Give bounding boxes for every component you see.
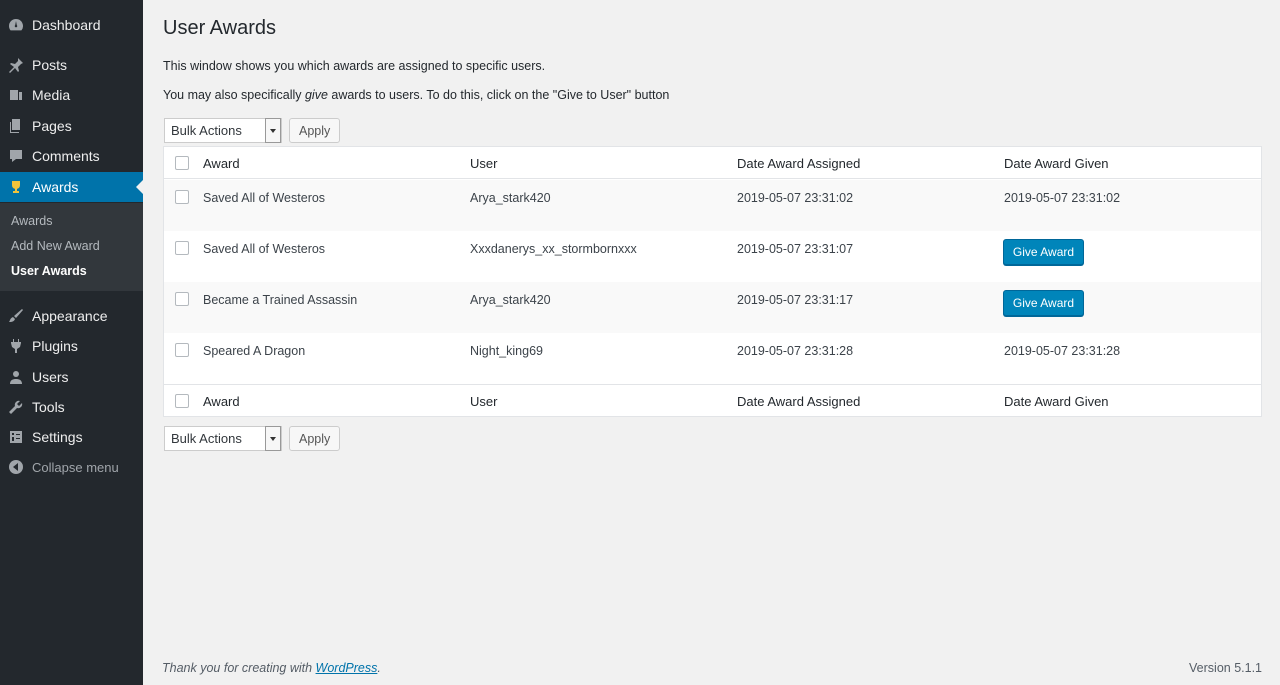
menu-label: Plugins	[32, 338, 78, 354]
current-indicator	[136, 180, 143, 194]
table-footer: Award User Date Award Assigned Date Awar…	[164, 384, 1261, 416]
give-award-button[interactable]: Give Award	[1003, 290, 1084, 316]
trophy-icon	[8, 179, 24, 195]
row-checkbox[interactable]	[175, 292, 189, 306]
page-description: This window shows you which awards are a…	[163, 59, 546, 73]
collapse-icon	[8, 459, 24, 475]
bulk-actions-bottom: Bulk Actions Apply	[164, 426, 341, 451]
menu-item-users[interactable]: Users	[0, 362, 143, 392]
submenu-item-user-awards[interactable]: User Awards	[11, 264, 87, 278]
column-header-user[interactable]: User	[470, 156, 497, 171]
menu-item-awards[interactable]: Awards	[0, 172, 143, 202]
paintbrush-icon	[8, 308, 24, 324]
submenu-item-awards[interactable]: Awards	[11, 214, 52, 228]
column-footer-date-given[interactable]: Date Award Given	[1004, 394, 1109, 409]
user-awards-table: Award User Date Award Assigned Date Awar…	[163, 146, 1262, 417]
awards-submenu: Awards Add New Award User Awards	[0, 203, 143, 291]
bulk-actions-top: Bulk Actions Apply	[164, 118, 341, 143]
menu-label: Dashboard	[32, 17, 101, 33]
settings-icon	[8, 429, 24, 445]
page-instructions: You may also specifically give awards to…	[163, 88, 670, 102]
table-row: Saved All of Westeros Xxxdanerys_xx_stor…	[164, 231, 1261, 282]
page-title: User Awards	[163, 17, 277, 39]
menu-item-media[interactable]: Media	[0, 80, 143, 110]
row-checkbox[interactable]	[175, 241, 189, 255]
collapse-label: Collapse menu	[32, 459, 119, 475]
collapse-menu-button[interactable]: Collapse menu	[0, 452, 143, 482]
menu-item-posts[interactable]: Posts	[0, 50, 143, 80]
table-header: Award User Date Award Assigned Date Awar…	[164, 147, 1261, 179]
menu-item-appearance[interactable]: Appearance	[0, 301, 143, 331]
row-checkbox[interactable]	[175, 343, 189, 357]
user-name: Arya_stark420	[470, 191, 551, 205]
column-header-date-assigned[interactable]: Date Award Assigned	[737, 156, 860, 171]
menu-item-settings[interactable]: Settings	[0, 422, 143, 452]
column-header-date-given[interactable]: Date Award Given	[1004, 156, 1109, 171]
date-assigned: 2019-05-07 23:31:07	[737, 242, 854, 256]
date-assigned: 2019-05-07 23:31:02	[737, 191, 854, 205]
menu-label: Tools	[32, 399, 65, 415]
bulk-actions-select[interactable]: Bulk Actions	[164, 118, 282, 143]
dashboard-icon	[8, 17, 24, 33]
menu-item-tools[interactable]: Tools	[0, 392, 143, 422]
menu-label: Media	[32, 87, 71, 103]
date-given: 2019-05-07 23:31:02	[1004, 191, 1121, 205]
date-assigned: 2019-05-07 23:31:17	[737, 293, 854, 307]
award-name: Saved All of Westeros	[203, 242, 326, 256]
select-all-checkbox[interactable]	[175, 156, 189, 170]
media-icon	[8, 87, 24, 103]
menu-label: Settings	[32, 429, 83, 445]
award-name: Saved All of Westeros	[203, 191, 326, 205]
give-award-button[interactable]: Give Award	[1003, 239, 1084, 265]
plug-icon	[8, 338, 24, 354]
menu-label: Users	[32, 369, 69, 385]
date-assigned: 2019-05-07 23:31:28	[737, 344, 854, 358]
column-footer-date-assigned[interactable]: Date Award Assigned	[737, 394, 860, 409]
chevron-down-icon	[265, 426, 281, 451]
menu-item-pages[interactable]: Pages	[0, 111, 143, 141]
pin-icon	[8, 57, 24, 73]
footer-thanks: Thank you for creating with WordPress.	[162, 661, 381, 675]
user-icon	[8, 369, 24, 385]
pages-icon	[8, 118, 24, 134]
apply-button-bottom[interactable]: Apply	[289, 426, 341, 451]
user-name: Night_king69	[470, 344, 543, 358]
user-name: Xxxdanerys_xx_stormbornxxx	[470, 242, 637, 256]
menu-item-dashboard[interactable]: Dashboard	[0, 10, 143, 40]
wordpress-link[interactable]: WordPress	[316, 661, 378, 675]
bulk-actions-select-bottom[interactable]: Bulk Actions	[164, 426, 282, 451]
menu-label: Appearance	[32, 308, 108, 324]
column-header-award[interactable]: Award	[203, 156, 240, 171]
table-row: Speared A Dragon Night_king69 2019-05-07…	[164, 333, 1261, 384]
footer-version: Version 5.1.1	[1189, 661, 1262, 675]
award-name: Speared A Dragon	[203, 344, 306, 358]
chevron-down-icon	[265, 118, 281, 143]
table-row: Saved All of Westeros Arya_stark420 2019…	[164, 180, 1261, 231]
menu-label: Pages	[32, 118, 72, 134]
select-all-checkbox-footer[interactable]	[175, 394, 189, 408]
submenu-item-add-new-award[interactable]: Add New Award	[11, 239, 100, 253]
row-checkbox[interactable]	[175, 190, 189, 204]
column-footer-user[interactable]: User	[470, 394, 497, 409]
apply-button[interactable]: Apply	[289, 118, 341, 143]
menu-label: Awards	[32, 179, 79, 195]
wrench-icon	[8, 399, 24, 415]
menu-item-plugins[interactable]: Plugins	[0, 331, 143, 361]
table-row: Became a Trained Assassin Arya_stark420 …	[164, 282, 1261, 333]
emphasis-give: give	[304, 88, 328, 102]
admin-sidebar: Dashboard Posts Media Pages Comments Awa…	[0, 0, 143, 685]
menu-item-comments[interactable]: Comments	[0, 141, 143, 171]
menu-label: Posts	[32, 57, 68, 73]
column-footer-award[interactable]: Award	[203, 394, 240, 409]
comment-icon	[8, 148, 24, 164]
user-name: Arya_stark420	[470, 293, 551, 307]
date-given: 2019-05-07 23:31:28	[1004, 344, 1121, 358]
menu-label: Comments	[32, 148, 100, 164]
award-name: Became a Trained Assassin	[203, 293, 358, 307]
